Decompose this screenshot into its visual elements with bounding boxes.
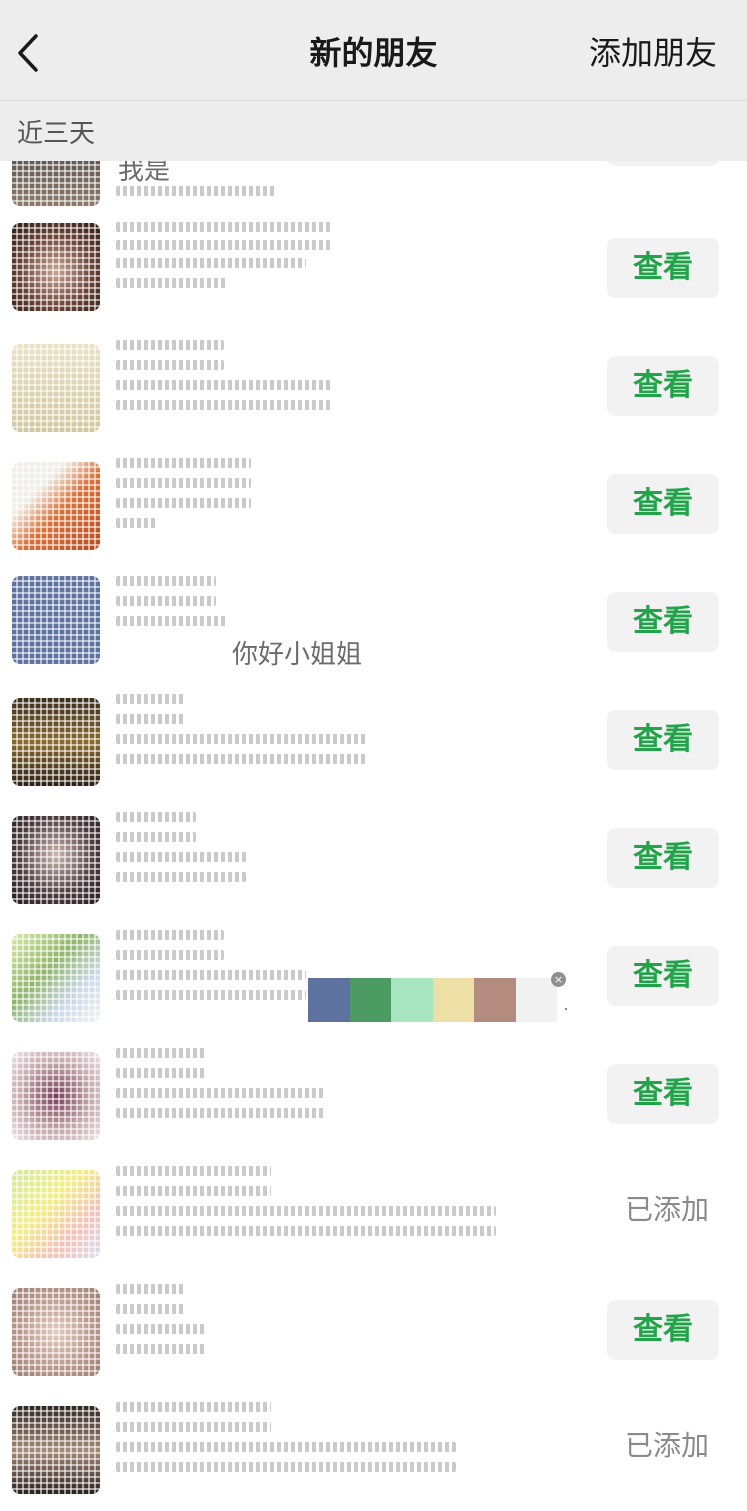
swatch-blue[interactable] <box>308 978 350 1022</box>
add-friend-button[interactable]: 添加朋友 <box>589 30 717 76</box>
swatch-mint[interactable] <box>391 978 433 1022</box>
list-item[interactable]: 查看 <box>0 798 747 917</box>
avatar <box>12 698 100 786</box>
close-icon[interactable]: × <box>551 972 566 987</box>
added-status: 已添加 <box>624 1429 709 1462</box>
avatar <box>12 1052 100 1140</box>
view-button[interactable]: 查看 <box>607 1300 719 1360</box>
list-item[interactable]: 查看 <box>0 1270 747 1389</box>
list-item[interactable]: 查看 <box>0 208 747 327</box>
avatar <box>12 576 100 664</box>
list-item[interactable]: 查看 <box>0 326 747 445</box>
list-item[interactable]: 已添加 <box>0 1388 747 1506</box>
top-bar: 新的朋友 添加朋友 <box>0 0 747 100</box>
list-item[interactable]: 查看 <box>0 444 747 563</box>
avatar <box>12 462 100 550</box>
avatar <box>12 223 100 311</box>
added-status: 已添加 <box>624 1193 709 1226</box>
view-button[interactable]: 查看 <box>607 828 719 888</box>
view-button[interactable]: 查看 <box>607 946 719 1006</box>
color-palette[interactable] <box>308 978 557 1022</box>
swatch-rose[interactable] <box>474 978 516 1022</box>
avatar <box>12 1170 100 1258</box>
avatar <box>12 1288 100 1376</box>
section-header-overlay: 近三天 <box>0 100 747 161</box>
palette-dot <box>565 1008 567 1010</box>
swatch-yellow[interactable] <box>432 978 474 1022</box>
list-item[interactable]: 已添加 <box>0 1152 747 1271</box>
avatar <box>12 1406 100 1494</box>
list-item[interactable]: 查看 <box>0 1034 747 1153</box>
view-button[interactable]: 查看 <box>607 474 719 534</box>
request-message: 你好小姐姐 <box>232 640 363 670</box>
avatar <box>12 816 100 904</box>
view-button[interactable]: 查看 <box>607 592 719 652</box>
avatar <box>12 934 100 1022</box>
list-item[interactable]: 你好小姐姐 查看 <box>0 562 747 681</box>
view-button[interactable]: 查看 <box>607 1064 719 1124</box>
swatch-green[interactable] <box>349 978 391 1022</box>
section-label: 近三天 <box>17 119 96 149</box>
chevron-left-icon[interactable] <box>14 30 44 76</box>
swatch-white[interactable] <box>515 978 557 1022</box>
view-button[interactable]: 查看 <box>607 238 719 298</box>
avatar <box>12 344 100 432</box>
view-button[interactable]: 查看 <box>607 710 719 770</box>
view-button[interactable]: 查看 <box>607 356 719 416</box>
list-item[interactable]: 查看 <box>0 680 747 799</box>
